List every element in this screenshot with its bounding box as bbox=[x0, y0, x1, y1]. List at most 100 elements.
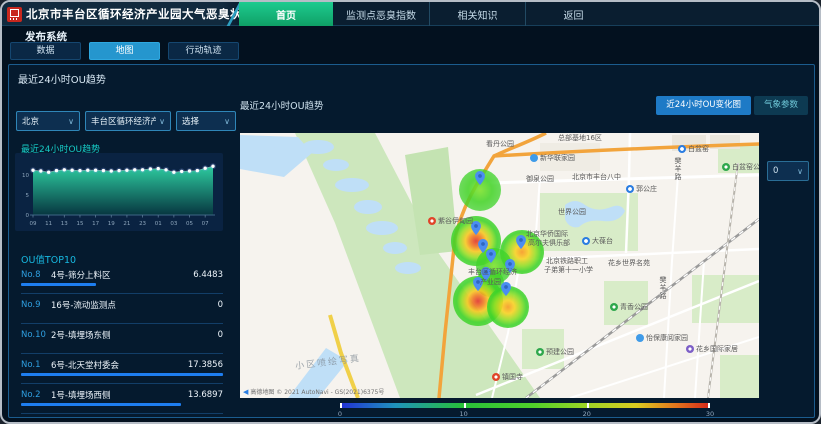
poi-blue-icon bbox=[530, 154, 538, 162]
scale-tick-mark bbox=[340, 403, 342, 408]
scale-tick-label: 10 bbox=[459, 410, 467, 418]
map-label: 北京市丰台八中 bbox=[572, 174, 621, 181]
map-label-text: 子弟第十一小学 bbox=[544, 267, 593, 274]
scale-tick-mark bbox=[708, 403, 710, 408]
park-icon bbox=[722, 163, 730, 171]
nav-tab-1[interactable]: 首页 bbox=[239, 2, 333, 26]
scale-tick-mark bbox=[587, 403, 589, 408]
map-label-text: 预建公园 bbox=[546, 349, 574, 356]
metro-station-icon bbox=[678, 145, 686, 153]
map-label-text: 青香公园 bbox=[620, 304, 648, 311]
map-label-text: 樊羊路 bbox=[659, 276, 666, 300]
ou-value: 0 bbox=[218, 300, 223, 310]
map-pin-icon[interactable] bbox=[475, 171, 485, 185]
filter-select-1[interactable]: 北京∨ bbox=[16, 111, 80, 131]
top-list-row: No.102号-填埋场东侧0 bbox=[21, 324, 223, 341]
chevron-down-icon: ∨ bbox=[224, 117, 230, 126]
map-label: 樊羊路 bbox=[674, 157, 681, 181]
svg-text:19: 19 bbox=[108, 221, 115, 227]
svg-text:15: 15 bbox=[76, 221, 83, 227]
map-pin-icon[interactable] bbox=[486, 249, 496, 263]
map-toggle-button-1[interactable]: 近24小时OU变化图 bbox=[656, 96, 751, 115]
filter-select-value: 丰台区循环经济产 bbox=[91, 115, 156, 127]
map-label-text: 御泉公园 bbox=[526, 176, 554, 183]
view-button-1[interactable]: 数据 bbox=[10, 42, 81, 60]
map-section-title: 最近24小时OU趋势 bbox=[240, 98, 324, 112]
map-pin-icon[interactable] bbox=[501, 282, 511, 296]
poi-red-icon bbox=[492, 373, 500, 381]
ou-value: 13.6897 bbox=[188, 390, 223, 400]
nav-tabs: 首页监测点恶臭指数相关知识返回 bbox=[239, 2, 621, 26]
map-label-text: 新华联家园 bbox=[540, 155, 575, 162]
map-layer-select[interactable]: 0 ∨ bbox=[767, 161, 809, 181]
map-label: 郭公庄 bbox=[626, 185, 657, 193]
top-list-item[interactable]: No.21号-填埋场西侧13.6897 bbox=[21, 384, 223, 414]
svg-text:09: 09 bbox=[30, 221, 37, 227]
map-label-text: 怡保康阅家园 bbox=[646, 335, 688, 342]
map-label: 高尔夫俱乐部 bbox=[528, 240, 570, 247]
map-toggle-button-2[interactable]: 气象参数 bbox=[754, 96, 808, 115]
map-label: 总部基地16区 bbox=[558, 135, 602, 142]
view-button-3[interactable]: 行动轨迹 bbox=[168, 42, 239, 60]
filter-select-3[interactable]: 选择 ∨ bbox=[176, 111, 236, 131]
rank-label: No.1 bbox=[21, 360, 51, 370]
map-label-text: 北京铁路职工 bbox=[546, 258, 588, 265]
map-pin-icon[interactable] bbox=[516, 235, 526, 249]
top-list-item[interactable]: No.84号-筛分上料区6.4483 bbox=[21, 264, 223, 294]
map-label-text: 樊羊路 bbox=[674, 157, 681, 181]
map-label-text: 白盆窑公园 bbox=[732, 164, 759, 171]
nav-tab-4[interactable]: 返回 bbox=[525, 2, 621, 26]
view-button-2[interactable]: 地图 bbox=[89, 42, 160, 60]
metro-station-icon bbox=[582, 237, 590, 245]
map-attribution: ◀ 高德地图 © 2021 AutoNavi - GS(2021)6375号 bbox=[243, 387, 384, 396]
map-label: 北京华侨国际 bbox=[526, 231, 568, 238]
filter-select-value: 选择 bbox=[182, 115, 199, 127]
chevron-down-icon: ∨ bbox=[68, 117, 74, 126]
layer-select-value: 0 bbox=[773, 166, 778, 176]
park-icon bbox=[610, 303, 618, 311]
value-bar bbox=[21, 373, 223, 376]
svg-text:01: 01 bbox=[155, 221, 162, 227]
panel-title: 最近24小时OU趋势 bbox=[18, 71, 106, 86]
site-name: 2号-填埋场东侧 bbox=[51, 329, 218, 341]
map-label-text: 高尔夫俱乐部 bbox=[528, 240, 570, 247]
filter-select-2[interactable]: 丰台区循环经济产∨ bbox=[85, 111, 171, 131]
map-label-text: 花乡世界名苑 bbox=[608, 260, 650, 267]
map-label: 预建公园 bbox=[536, 348, 574, 356]
map-label: 产业园 bbox=[480, 279, 501, 286]
nav-tab-3[interactable]: 相关知识 bbox=[429, 2, 525, 26]
scale-tick-label: 20 bbox=[583, 410, 591, 418]
map-label-text: 大葆台 bbox=[592, 238, 613, 245]
trend-chart: 0510091113151719212301030507 bbox=[15, 153, 223, 233]
map-label: 花乡国际家居 bbox=[686, 345, 738, 353]
main-panel: 最近24小时OU趋势 北京∨丰台区循环经济产∨选择∨ 最近24小时OU趋势 05… bbox=[8, 64, 815, 418]
map-label-text: 北京市丰台八中 bbox=[572, 174, 621, 181]
top-list-item[interactable]: No.102号-填埋场东侧0 bbox=[21, 324, 223, 354]
svg-text:23: 23 bbox=[139, 221, 146, 227]
svg-text:13: 13 bbox=[61, 221, 68, 227]
top-list-item[interactable]: No.16号-北天堂村委会17.3856 bbox=[21, 354, 223, 384]
chevron-down-icon: ∨ bbox=[797, 167, 803, 176]
nav-tab-2[interactable]: 监测点恶臭指数 bbox=[333, 2, 429, 26]
svg-text:5: 5 bbox=[26, 193, 30, 199]
value-bar bbox=[21, 403, 181, 406]
ou-value: 6.4483 bbox=[193, 270, 223, 280]
map-label-text: 北京华侨国际 bbox=[526, 231, 568, 238]
top-header: 北京市丰台区循环经济产业园大气恶臭状况实时 首页监测点恶臭指数相关知识返回 bbox=[2, 2, 819, 26]
map-label: 白盆窑 bbox=[678, 145, 709, 153]
site-name: 16号-流动监测点 bbox=[51, 299, 218, 311]
map-canvas[interactable]: 总部基地16区看丹公园新华联家园御泉公园北京市丰台八中白盆窑白盆窑公园郭公庄樊羊… bbox=[240, 133, 759, 398]
map-label: 紫谷伊甸园 bbox=[428, 217, 473, 225]
scale-tick-label: 30 bbox=[706, 410, 714, 418]
view-buttons: 数据地图行动轨迹 bbox=[10, 42, 239, 60]
map-label: 丰台区循环经济 bbox=[468, 269, 517, 276]
map-label: 花乡世界名苑 bbox=[608, 260, 650, 267]
top-list-item[interactable]: No.916号-流动监测点0 bbox=[21, 294, 223, 324]
top-list-row: No.16号-北天堂村委会17.3856 bbox=[21, 354, 223, 371]
heat-scale: 0102030 bbox=[340, 403, 710, 419]
map-label: 御泉公园 bbox=[526, 176, 554, 183]
top-list-row: No.84号-筛分上料区6.4483 bbox=[21, 264, 223, 281]
map-label: 世界公园 bbox=[558, 209, 586, 216]
top-list-row: No.21号-填埋场西侧13.6897 bbox=[21, 384, 223, 401]
svg-text:21: 21 bbox=[123, 221, 130, 227]
